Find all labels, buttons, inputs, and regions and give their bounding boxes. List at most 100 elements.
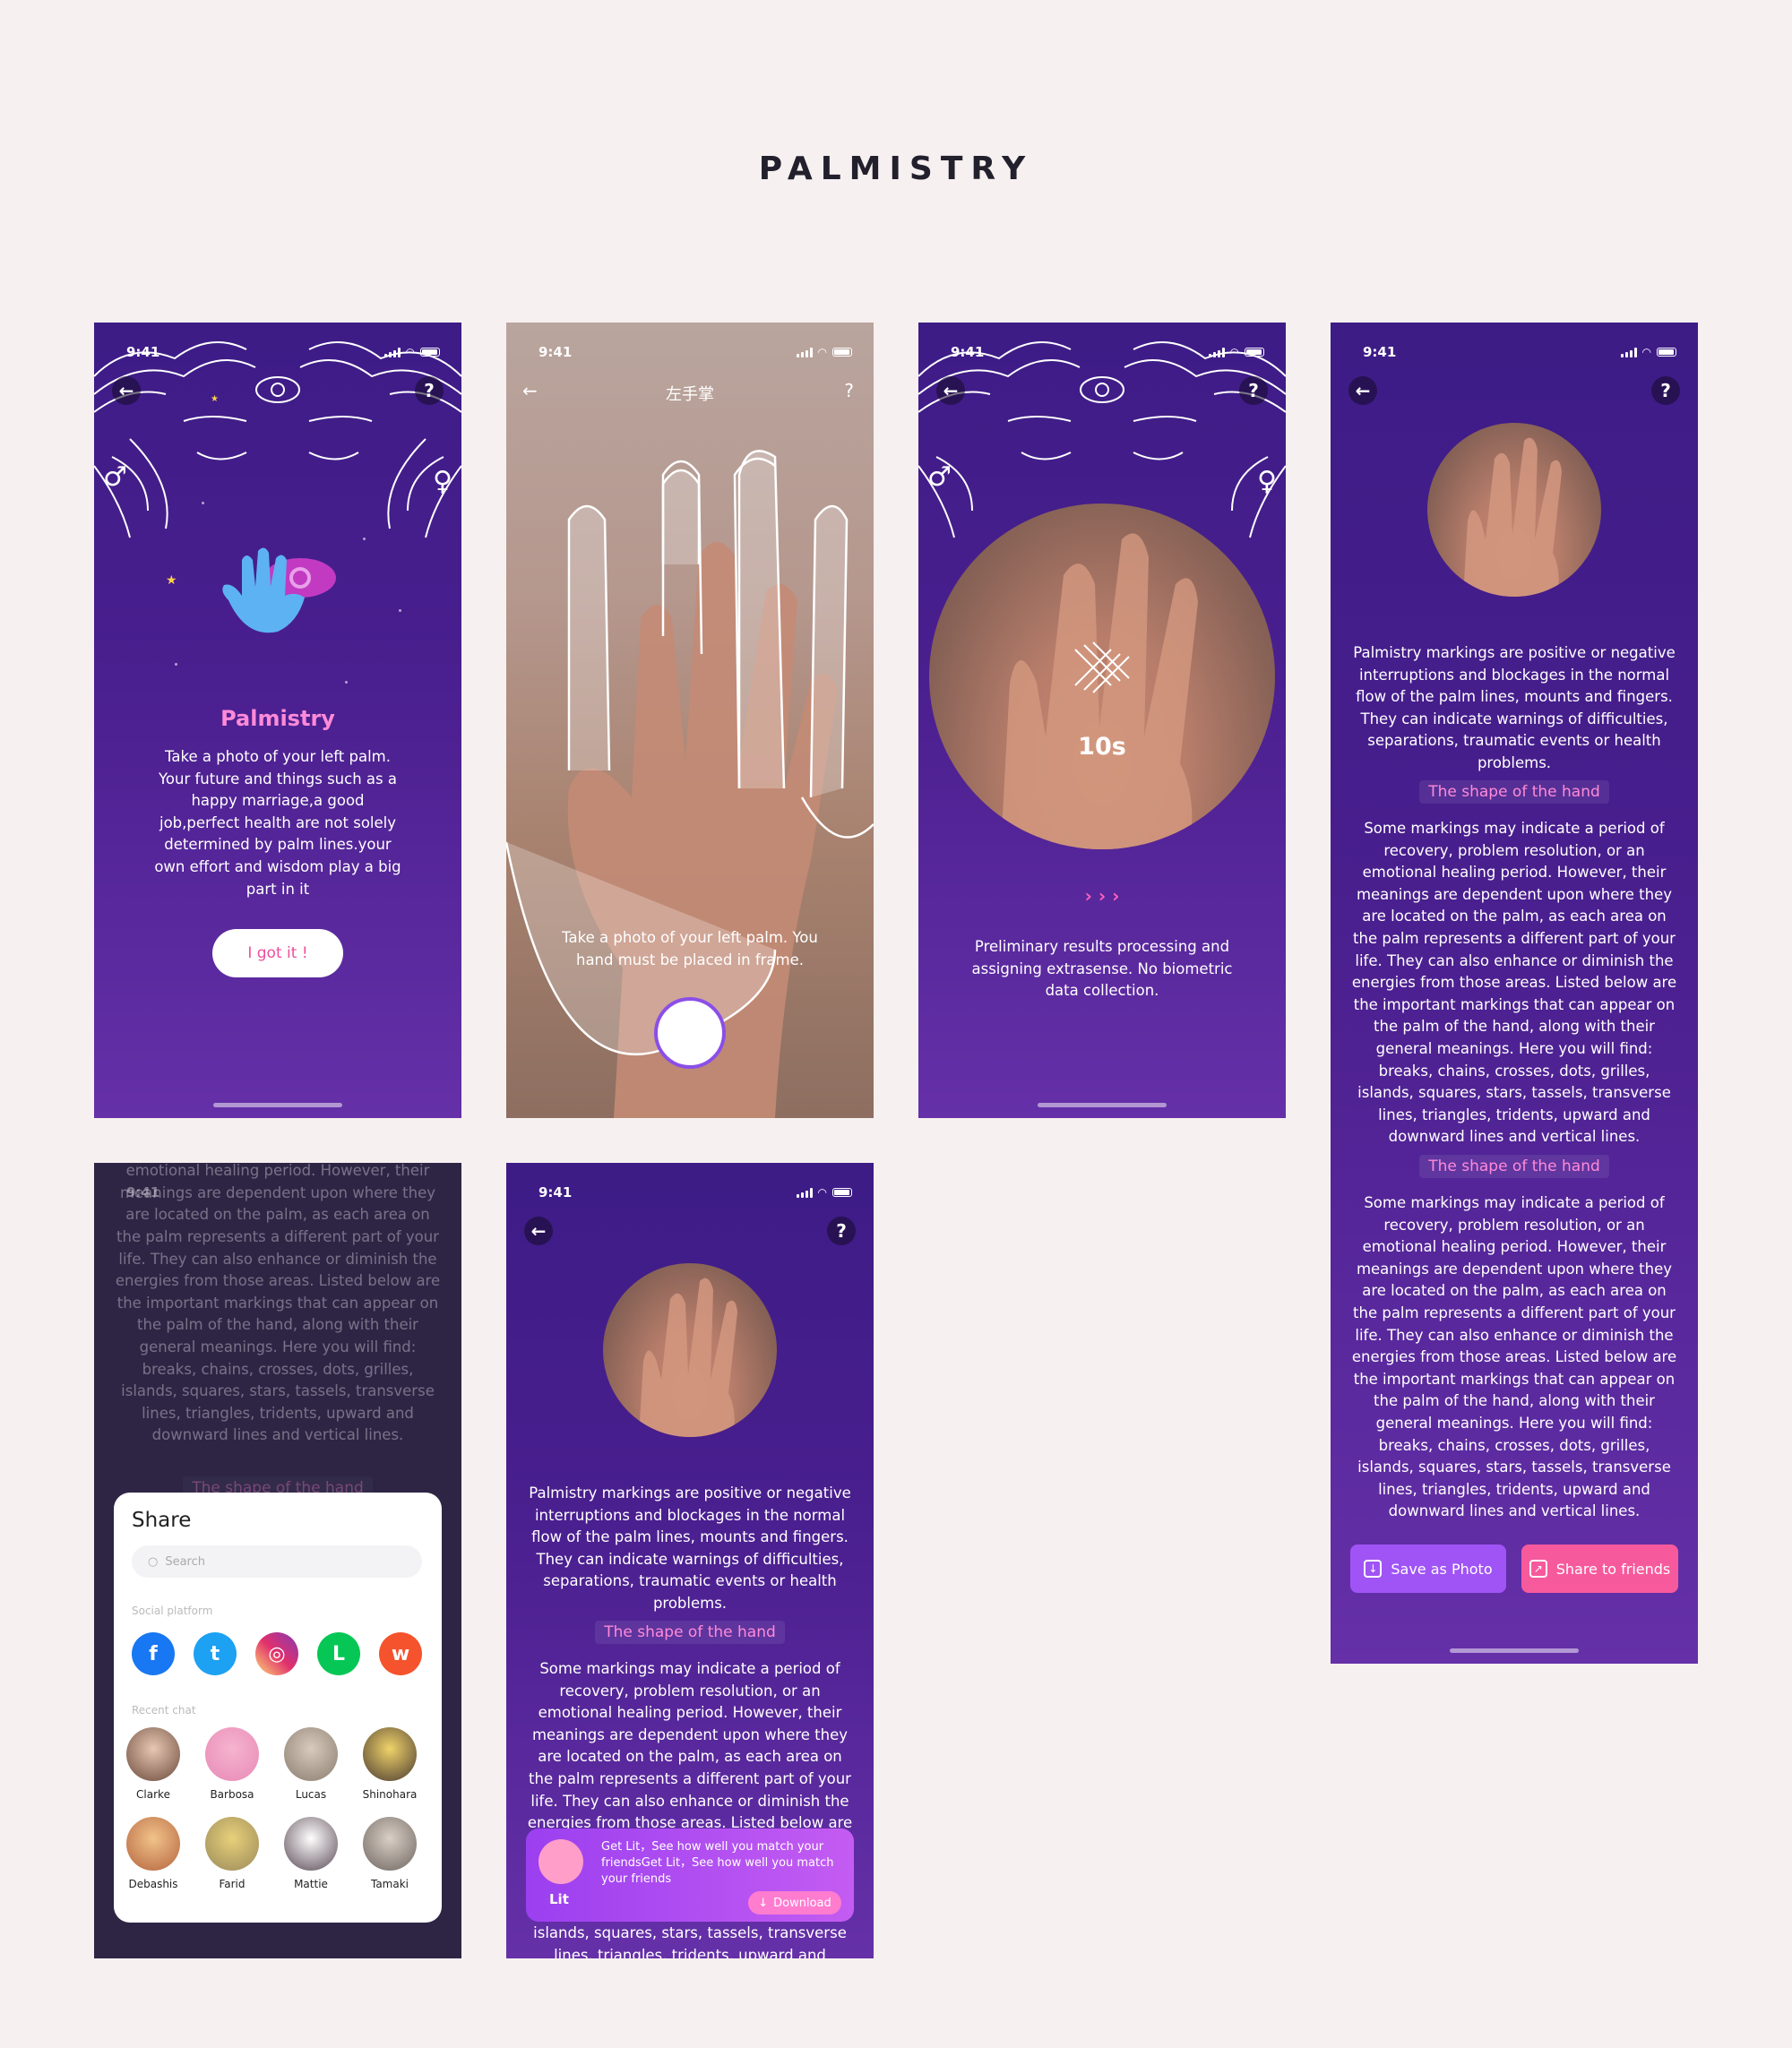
status-time: 9:41 <box>538 344 573 360</box>
help-button[interactable]: ? <box>844 380 854 401</box>
contact-name: Barbosa <box>210 1788 254 1801</box>
download-button[interactable]: ↓ Download <box>748 1891 841 1915</box>
weibo-icon[interactable]: w <box>379 1632 422 1675</box>
battery-icon <box>832 348 852 357</box>
contact-name: Shinohara <box>362 1788 418 1801</box>
sparkle <box>175 663 177 666</box>
home-indicator <box>1450 1648 1579 1653</box>
section-body: Some markings may indicate a period of r… <box>1351 1194 1677 1520</box>
star-icon: ★ <box>166 573 177 588</box>
save-photo-label: Save as Photo <box>1391 1560 1493 1578</box>
shutter-button[interactable] <box>654 997 726 1069</box>
search-icon: ○ <box>148 1554 159 1569</box>
processing-message: Preliminary results processing and assig… <box>971 938 1233 1000</box>
system-icons: ◠ <box>796 1186 852 1199</box>
share-friends-button[interactable]: ↗ Share to friends <box>1521 1545 1678 1593</box>
sparkle <box>345 681 348 684</box>
contact-item[interactable]: Farid <box>196 1817 268 1890</box>
countdown-timer: 10s <box>1078 733 1126 761</box>
result-banner-screen: 9:41 ◠ ← ? Palmistry markings are positi… <box>506 1163 874 1958</box>
wifi-icon: ◠ <box>817 346 827 358</box>
camera-hint: Take a photo of your left palm. You hand… <box>562 929 818 968</box>
signal-icon <box>1208 347 1225 357</box>
system-icons: ◠ <box>1620 346 1676 358</box>
banner-text: Get Lit，See how well you match your frie… <box>601 1840 834 1886</box>
processing-screen: 9:41 ◠ ← ? ♂ ♀ 10s › › › Preliminary res… <box>918 323 1286 1118</box>
camera-screen: 9:41 ◠ ← 左手掌 ? Take a photo of your left… <box>506 323 874 1118</box>
twitter-icon[interactable]: t <box>194 1632 237 1675</box>
avatar <box>205 1817 259 1871</box>
avatar <box>126 1727 180 1781</box>
sparkle <box>399 609 401 612</box>
back-button[interactable]: ← <box>112 376 141 405</box>
search-placeholder: Search <box>165 1554 206 1569</box>
share-icon: ↗ <box>1529 1560 1547 1578</box>
wifi-icon: ◠ <box>1229 346 1239 358</box>
download-icon: ↓ <box>1364 1560 1383 1578</box>
signal-icon <box>796 1187 813 1198</box>
contact-item[interactable]: Debashis <box>117 1817 189 1890</box>
contact-item[interactable]: Shinohara <box>354 1727 426 1801</box>
contact-item[interactable]: Lucas <box>275 1727 347 1801</box>
section-title: The shape of the hand <box>595 1621 785 1644</box>
search-input[interactable]: ○ Search <box>132 1545 422 1578</box>
line-icon[interactable]: L <box>317 1632 360 1675</box>
contact-item[interactable]: Clarke <box>117 1727 189 1801</box>
signal-icon <box>796 347 813 357</box>
facebook-icon[interactable]: f <box>132 1632 175 1675</box>
scan-grid-icon <box>1074 641 1130 693</box>
back-button[interactable]: ← <box>524 1217 553 1245</box>
social-label: Social platform <box>132 1605 213 1617</box>
avatar <box>205 1727 259 1781</box>
home-indicator <box>213 1103 342 1107</box>
status-bar: 9:41 ◠ <box>506 1163 874 1208</box>
female-symbol-icon: ♀ <box>1257 466 1277 497</box>
help-button[interactable]: ? <box>415 376 444 405</box>
save-photo-button[interactable]: ↓ Save as Photo <box>1350 1545 1506 1593</box>
lit-logo <box>538 1839 583 1884</box>
help-button[interactable]: ? <box>827 1217 856 1245</box>
got-it-button[interactable]: I got it ! <box>212 929 343 977</box>
battery-icon <box>1657 348 1676 357</box>
home-indicator <box>1038 1103 1167 1107</box>
contact-item[interactable]: Mattie <box>275 1817 347 1890</box>
female-symbol-icon: ♀ <box>433 466 452 497</box>
system-icons: ◠ <box>796 346 852 358</box>
result-screen: 9:41 ◠ ← ? Palmistry markings are positi… <box>1331 323 1698 1664</box>
status-bar: 9:41 ◠ <box>1331 323 1698 367</box>
download-label: Download <box>773 1896 831 1910</box>
help-button[interactable]: ? <box>1651 376 1680 405</box>
recent-label: Recent chat <box>132 1704 196 1717</box>
back-button[interactable]: ← <box>936 376 965 405</box>
palm-result-image <box>603 1263 777 1437</box>
male-symbol-icon: ♂ <box>927 461 952 493</box>
status-bar: 9:41 ◠ <box>506 323 874 367</box>
status-time: 9:41 <box>1363 344 1397 360</box>
star-icon: ★ <box>211 394 219 404</box>
contact-name: Lucas <box>295 1788 327 1801</box>
intro-body: Take a photo of your left palm. Your fut… <box>154 748 401 898</box>
help-button[interactable]: ? <box>1239 376 1268 405</box>
share-screen: Some markings may indicate a period of r… <box>94 1163 461 1958</box>
battery-icon <box>1245 348 1264 357</box>
result-intro: Palmistry markings are positive or negat… <box>1353 644 1676 771</box>
palm-result-image <box>1427 423 1601 597</box>
lit-brand: Lit <box>549 1891 569 1907</box>
signal-icon <box>1620 347 1637 357</box>
intro-title: Palmistry <box>220 706 335 731</box>
progress-chevrons: › › › <box>1084 885 1120 907</box>
status-time: 9:41 <box>126 1184 160 1200</box>
page-title: PALMISTRY <box>758 151 1034 187</box>
wifi-icon: ◠ <box>1641 346 1651 358</box>
back-button[interactable]: ← <box>1348 376 1377 405</box>
status-time: 9:41 <box>538 1184 573 1200</box>
contact-item[interactable]: Barbosa <box>196 1727 268 1801</box>
battery-icon <box>832 1188 852 1197</box>
contact-item[interactable]: Tamaki <box>354 1817 426 1890</box>
avatar <box>284 1727 338 1781</box>
instagram-icon[interactable]: ◎ <box>255 1632 298 1675</box>
avatar <box>284 1817 338 1871</box>
promo-banner[interactable]: Lit Get Lit，See how well you match your … <box>526 1829 854 1922</box>
camera-title: 左手掌 <box>666 385 714 404</box>
contact-name: Tamaki <box>370 1878 409 1890</box>
